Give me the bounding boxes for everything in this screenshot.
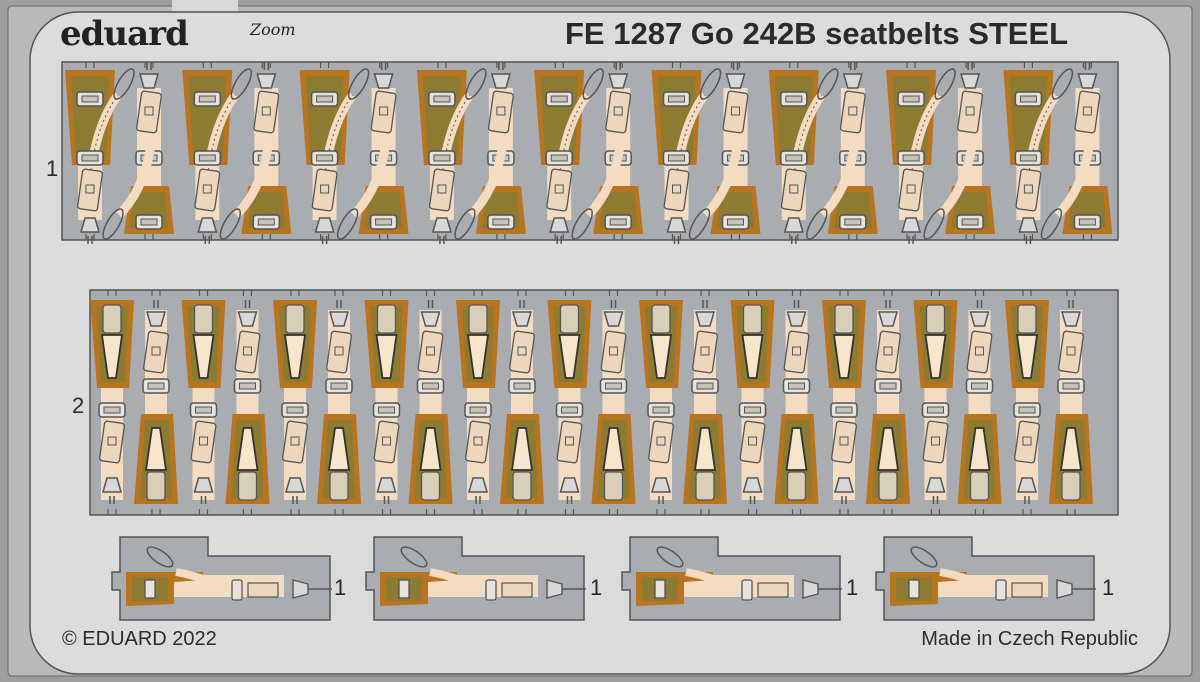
buckle-slot xyxy=(786,155,802,161)
buckle-slot xyxy=(379,407,395,413)
buckle-plate xyxy=(378,305,396,333)
buckle-slot xyxy=(928,407,944,413)
buckle-slot xyxy=(493,219,509,225)
buckle-slot xyxy=(1063,383,1079,389)
buckle-plate xyxy=(469,305,487,333)
buckle-slot xyxy=(141,219,157,225)
buckle-slot xyxy=(240,383,256,389)
buckle-plate xyxy=(744,305,762,333)
fret-2 xyxy=(90,290,1118,515)
buckle-slot xyxy=(199,155,215,161)
buckle-slot xyxy=(1020,96,1036,102)
buckle-slot xyxy=(470,407,486,413)
buckle-plate xyxy=(239,472,257,500)
product-title: FE 1287 Go 242B seatbelts STEEL xyxy=(565,16,1068,52)
buckle-plate xyxy=(330,472,348,500)
buckle-plate xyxy=(927,305,945,333)
strap-adjuster xyxy=(1012,583,1042,597)
buckle-slot xyxy=(610,219,626,225)
buckle-plate xyxy=(286,305,304,333)
strap-adjuster xyxy=(502,583,532,597)
buckle-slot xyxy=(104,407,120,413)
buckle-slot xyxy=(199,96,215,102)
buckle-plate xyxy=(147,472,165,500)
copyright-text: © EDUARD 2022 xyxy=(62,628,217,651)
buckle-slot xyxy=(551,155,567,161)
buckle xyxy=(655,580,665,598)
buckle-slot xyxy=(653,407,669,413)
buckle-plate xyxy=(1018,305,1036,333)
buckle-slot xyxy=(789,383,805,389)
buckle-slot xyxy=(1079,219,1095,225)
buckle-slot xyxy=(669,155,685,161)
small-fret-label: 1 xyxy=(334,575,346,601)
buckle-slot xyxy=(669,96,685,102)
buckle-slot xyxy=(551,96,567,102)
buckle-slot xyxy=(606,383,622,389)
buckle xyxy=(399,580,409,598)
small-fret-label: 1 xyxy=(590,575,602,601)
buckle xyxy=(996,580,1006,600)
buckle-slot xyxy=(423,383,439,389)
buckle-plate xyxy=(835,305,853,333)
buckle-plate xyxy=(103,305,121,333)
buckle-plate xyxy=(561,305,579,333)
buckle-slot xyxy=(317,96,333,102)
buckle-slot xyxy=(845,219,861,225)
buckle-plate xyxy=(195,305,213,333)
buckle-slot xyxy=(82,155,98,161)
buckle-slot xyxy=(786,96,802,102)
origin-text: Made in Czech Republic xyxy=(921,628,1138,651)
buckle-slot xyxy=(258,219,274,225)
fret-1-label: 1 xyxy=(46,156,58,182)
buckle xyxy=(486,580,496,600)
eduard-logo: eduard xyxy=(60,14,188,54)
buckle-plate xyxy=(652,305,670,333)
buckle-slot xyxy=(196,407,212,413)
buckle-slot xyxy=(514,383,530,389)
buckle xyxy=(909,580,919,598)
buckle-slot xyxy=(1020,155,1036,161)
buckle-plate xyxy=(605,472,623,500)
fret-1 xyxy=(62,62,1118,244)
buckle-slot xyxy=(434,155,450,161)
buckle-slot xyxy=(880,383,896,389)
buckle-slot xyxy=(148,383,164,389)
buckle-plate xyxy=(422,472,440,500)
buckle-slot xyxy=(903,155,919,161)
strap-adjuster xyxy=(758,583,788,597)
buckle-plate xyxy=(696,472,714,500)
buckle xyxy=(145,580,155,598)
buckle-slot xyxy=(962,219,978,225)
buckle-slot xyxy=(287,407,303,413)
buckle-slot xyxy=(745,407,761,413)
buckle-plate xyxy=(879,472,897,500)
buckle-slot xyxy=(728,219,744,225)
zoom-logo: Zoom xyxy=(250,20,296,39)
buckle-slot xyxy=(903,96,919,102)
buckle-slot xyxy=(376,219,392,225)
buckle-plate xyxy=(971,472,989,500)
strap-adjuster xyxy=(248,583,278,597)
buckle xyxy=(232,580,242,600)
buckle-slot xyxy=(331,383,347,389)
small-fret-label: 1 xyxy=(1102,575,1114,601)
buckle-plate xyxy=(1062,472,1080,500)
fret-2-label: 2 xyxy=(72,393,84,419)
buckle-plate xyxy=(788,472,806,500)
buckle-slot xyxy=(317,155,333,161)
buckle-slot xyxy=(697,383,713,389)
buckle xyxy=(742,580,752,600)
buckle-slot xyxy=(836,407,852,413)
buckle-slot xyxy=(1019,407,1035,413)
buckle-slot xyxy=(82,96,98,102)
small-fret-label: 1 xyxy=(846,575,858,601)
buckle-slot xyxy=(972,383,988,389)
buckle-plate xyxy=(513,472,531,500)
buckle-slot xyxy=(434,96,450,102)
buckle-slot xyxy=(562,407,578,413)
